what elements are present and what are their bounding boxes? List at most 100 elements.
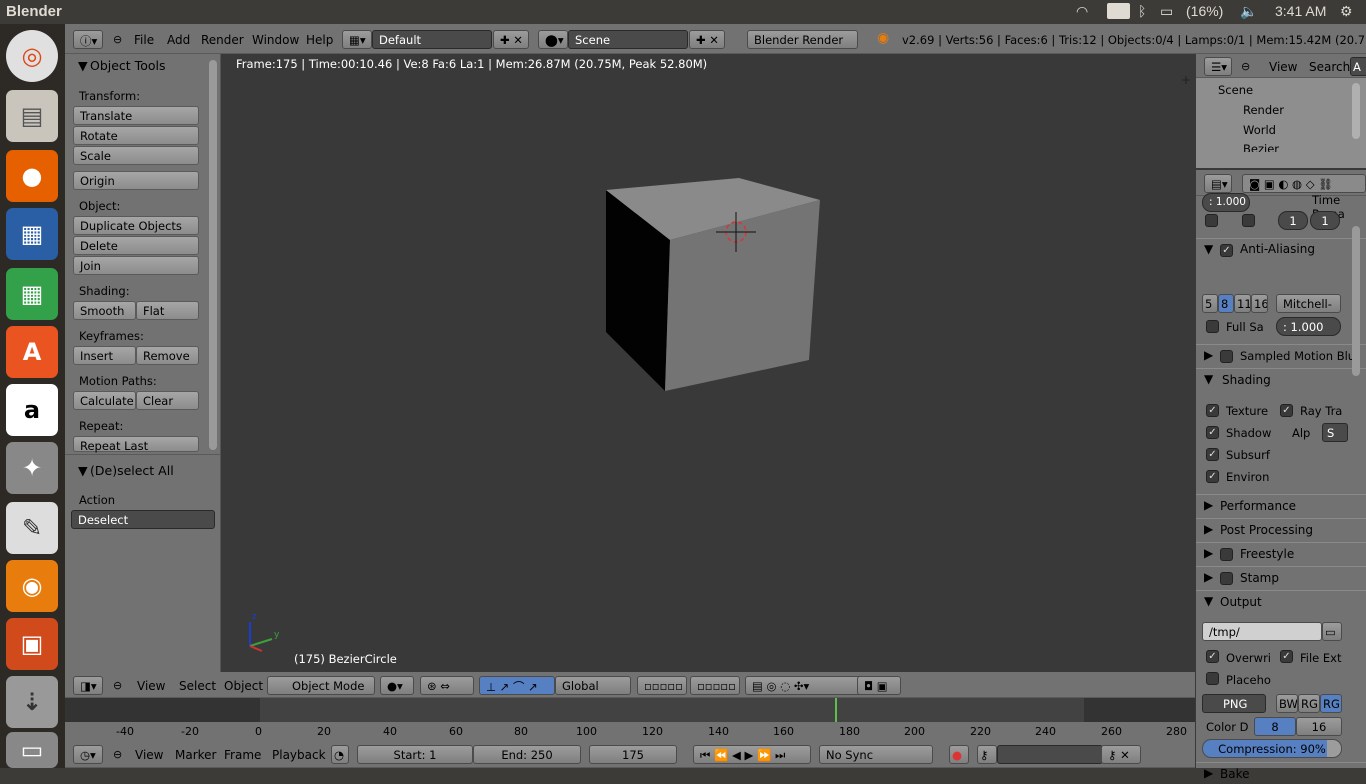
rotate-button[interactable]: Rotate (73, 126, 199, 145)
placeholders-checkbox[interactable] (1206, 672, 1219, 685)
output-path-field[interactable]: /tmp/ (1202, 622, 1322, 641)
aa-sample-16[interactable]: 16 (1251, 294, 1268, 313)
color-rgba-button[interactable]: RGB (1320, 694, 1342, 713)
remove-keyframe-button[interactable]: Remove (136, 346, 199, 365)
aa-size-field[interactable]: : 1.000 (1202, 193, 1250, 212)
shadow-checkbox[interactable]: ✓ (1206, 426, 1219, 439)
environ-checkbox[interactable]: ✓ (1206, 470, 1219, 483)
software-center-icon[interactable]: A (6, 326, 58, 378)
view3d-collapse-icon[interactable]: ⊖ (113, 679, 122, 692)
bluetooth-icon[interactable]: ᛒ (1138, 3, 1146, 19)
texture-checkbox[interactable]: ✓ (1206, 404, 1219, 417)
outliner-menu-view[interactable]: View (1269, 60, 1297, 74)
folder-icon[interactable]: ▭ (1322, 622, 1342, 641)
viewport-add-icon[interactable]: + (1181, 73, 1191, 87)
view3d-menu-select[interactable]: Select (179, 679, 216, 693)
keying-icon[interactable]: ⚷ (977, 745, 997, 764)
scale-button[interactable]: Scale (73, 146, 199, 165)
delete-button[interactable]: Delete (73, 236, 199, 255)
timeline-editor-type[interactable]: ◷▾ (73, 745, 103, 764)
cube-mesh[interactable] (224, 54, 1196, 672)
smooth-button[interactable]: Smooth (73, 301, 136, 320)
usb-icon[interactable]: ⇣ (6, 676, 58, 728)
start-frame-field[interactable]: Start: 1 (357, 745, 473, 764)
battery-icon[interactable]: ▭ (1160, 3, 1173, 20)
outliner-item-scene[interactable]: Scene (1218, 83, 1253, 97)
layout-icon[interactable]: ▦▾ (342, 30, 372, 49)
menu-help[interactable]: Help (306, 33, 333, 47)
tile-x-field[interactable]: 1 (1278, 211, 1308, 230)
timeline-menu-marker[interactable]: Marker (175, 748, 216, 762)
layers-block-1[interactable]: ▫▫▫▫▫ (637, 676, 687, 695)
timeline-menu-playback[interactable]: Playback (272, 748, 326, 762)
render-preview-buttons[interactable]: ◘ ▣ (857, 676, 901, 695)
blender-icon[interactable]: ◉ (6, 560, 58, 612)
editor-type-button[interactable]: ⓘ▾ (73, 30, 103, 49)
tile-y-field[interactable]: 1 (1310, 211, 1340, 230)
ubuntu-icon[interactable]: ◎ (6, 30, 58, 82)
preview-range-icon[interactable]: ◔ (331, 745, 349, 764)
outliner-filter-all[interactable]: A (1350, 57, 1366, 76)
outliner-item-render[interactable]: Render (1243, 103, 1284, 117)
alpha-mode-select[interactable]: S (1322, 423, 1348, 442)
insert-keyframe-button[interactable]: Insert (73, 346, 136, 365)
checkbox-b[interactable] (1242, 214, 1255, 227)
full-sample-checkbox[interactable] (1206, 320, 1219, 333)
properties-context-tabs[interactable]: ◙ ▣ ◐ ◍ ◇ ⛓ (1242, 174, 1366, 193)
keyframe-insert-delete[interactable]: ⚷ ✕ (1101, 745, 1141, 764)
impress-icon[interactable]: ▣ (6, 618, 58, 670)
settings-icon[interactable]: ✦ (6, 442, 58, 494)
repeat-last-button[interactable]: Repeat Last (73, 436, 199, 453)
translate-button[interactable]: Translate (73, 106, 199, 125)
stamp-checkbox[interactable] (1220, 572, 1233, 585)
outliner-item-world[interactable]: World (1243, 123, 1276, 137)
duplicate-objects-button[interactable]: Duplicate Objects (73, 216, 199, 235)
current-frame-field[interactable]: 175 (589, 745, 677, 764)
aa-sample-8[interactable]: 8 (1218, 294, 1234, 313)
orientation-select[interactable]: Global (555, 676, 631, 695)
mode-select[interactable]: Object Mode (267, 676, 375, 695)
manipulator-buttons[interactable]: ⊥ ↗ ⌒ ↗ (479, 676, 555, 695)
color-rgb-button[interactable]: RGB (1298, 694, 1320, 713)
checkbox-a[interactable] (1205, 214, 1218, 227)
writer-icon[interactable]: ▦ (6, 208, 58, 260)
aa-sample-11[interactable]: 11 (1234, 294, 1251, 313)
battery-percent[interactable]: (16%) (1186, 3, 1223, 19)
scene-add-remove[interactable]: ✚ ✕ (689, 30, 725, 49)
aa-sample-5[interactable]: 5 (1202, 294, 1218, 313)
layout-add-remove[interactable]: ✚ ✕ (493, 30, 529, 49)
trash-icon[interactable]: ▭ (6, 732, 58, 768)
collapse-icon[interactable]: ⊖ (113, 33, 122, 46)
pivot-select[interactable]: ⊛ ⇔ (420, 676, 474, 695)
timeline-current-frame-marker[interactable] (835, 698, 837, 722)
language-indicator[interactable]: En (1107, 3, 1131, 19)
outliner-menu-search[interactable]: Search (1309, 60, 1350, 74)
properties-scrollbar[interactable] (1352, 226, 1360, 376)
viewport-shading-select[interactable]: ●▾ (380, 676, 414, 695)
timeline-collapse-icon[interactable]: ⊖ (113, 748, 122, 761)
scene-icon[interactable]: ⬤▾ (538, 30, 568, 49)
snap-tools[interactable]: ▤ ◎ ◌ ✣▾ (745, 676, 865, 695)
menu-file[interactable]: File (134, 33, 154, 47)
collapse-arrow-icon[interactable]: ▼ (78, 58, 88, 73)
sync-select[interactable]: No Sync (819, 745, 933, 764)
color-depth-8[interactable]: 8 (1254, 717, 1296, 736)
calc-icon[interactable]: ▦ (6, 268, 58, 320)
view3d-menu-object[interactable]: Object (224, 679, 263, 693)
amazon-icon[interactable]: a (6, 384, 58, 436)
properties-editor-type[interactable]: ▤▾ (1204, 174, 1232, 193)
playback-controls[interactable]: ⏮ ⏪ ◀ ▶ ⏩ ⏭ (693, 745, 811, 764)
firefox-icon[interactable]: ● (6, 150, 58, 202)
subsurf-checkbox[interactable]: ✓ (1206, 448, 1219, 461)
operator-collapse-icon[interactable]: ▼ (78, 463, 88, 478)
calculate-button[interactable]: Calculate (73, 391, 136, 410)
volume-icon[interactable]: 🔈 (1240, 3, 1257, 20)
text-editor-icon[interactable]: ✎ (6, 502, 58, 554)
view3d-menu-view[interactable]: View (137, 679, 165, 693)
color-bw-button[interactable]: BW (1276, 694, 1298, 713)
files-icon[interactable]: ▤ (6, 90, 58, 142)
file-extensions-checkbox[interactable]: ✓ (1280, 650, 1293, 663)
compression-slider[interactable]: Compression: 90% (1202, 739, 1342, 758)
wifi-icon[interactable]: ◠ (1076, 3, 1088, 20)
outliner-item-bezier[interactable]: Bezier (1243, 142, 1279, 152)
